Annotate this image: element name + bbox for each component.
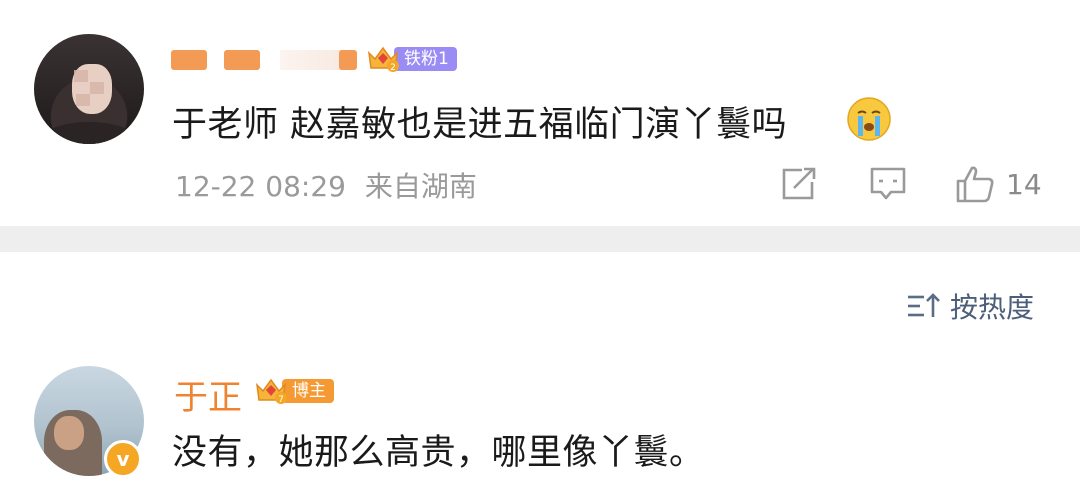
author-name[interactable]: 于正 (174, 370, 242, 419)
fan-badge-label: 铁粉1 (394, 47, 457, 71)
comment-card: 2 铁粉1 于老师 赵嘉敏也是进五福临门演丫鬟吗 12-22 08:29 来自湖… (0, 0, 1080, 226)
sort-label: 按热度 (950, 291, 1035, 324)
redacted-username-block (171, 50, 207, 70)
commenter-avatar[interactable] (34, 34, 144, 144)
crown-icon: 2 (367, 46, 399, 73)
like-button[interactable]: 14 (954, 164, 1042, 204)
mosaic-block (74, 70, 88, 82)
owner-badge-label: 博主 (282, 379, 334, 403)
crown-icon: 7 (255, 378, 287, 405)
fan-level-badge[interactable]: 2 铁粉1 (366, 46, 457, 73)
svg-text:7: 7 (278, 395, 284, 405)
sort-by-hot-button[interactable]: 按热度 (906, 286, 1034, 326)
section-divider (0, 226, 1080, 252)
sort-icon (908, 293, 940, 317)
like-icon (956, 166, 994, 203)
comment-timestamp: 12-22 08:29 (175, 170, 346, 203)
mosaic-block (76, 94, 90, 106)
verified-badge: v (104, 440, 142, 478)
redacted-username-block (339, 50, 357, 70)
comment-icon (870, 167, 906, 200)
reply-button[interactable] (868, 164, 908, 204)
svg-text:2: 2 (390, 63, 396, 73)
redacted-username-block (224, 50, 260, 70)
share-icon (782, 167, 816, 200)
crying-emoji-icon (847, 97, 891, 141)
avatar-face (54, 416, 84, 450)
comment-meta: 12-22 08:29 来自湖南 (175, 165, 477, 205)
redacted-username-block (280, 50, 342, 70)
share-button[interactable] (780, 164, 818, 204)
comment-text: 于老师 赵嘉敏也是进五福临门演丫鬟吗 (172, 105, 788, 145)
reply-text: 没有，她那么高贵，哪里像丫鬟。 (172, 433, 705, 473)
owner-badge: 7 博主 (254, 378, 334, 405)
mosaic-block (90, 82, 104, 94)
comment-location: 来自湖南 (364, 170, 477, 203)
like-count: 14 (1006, 167, 1042, 201)
